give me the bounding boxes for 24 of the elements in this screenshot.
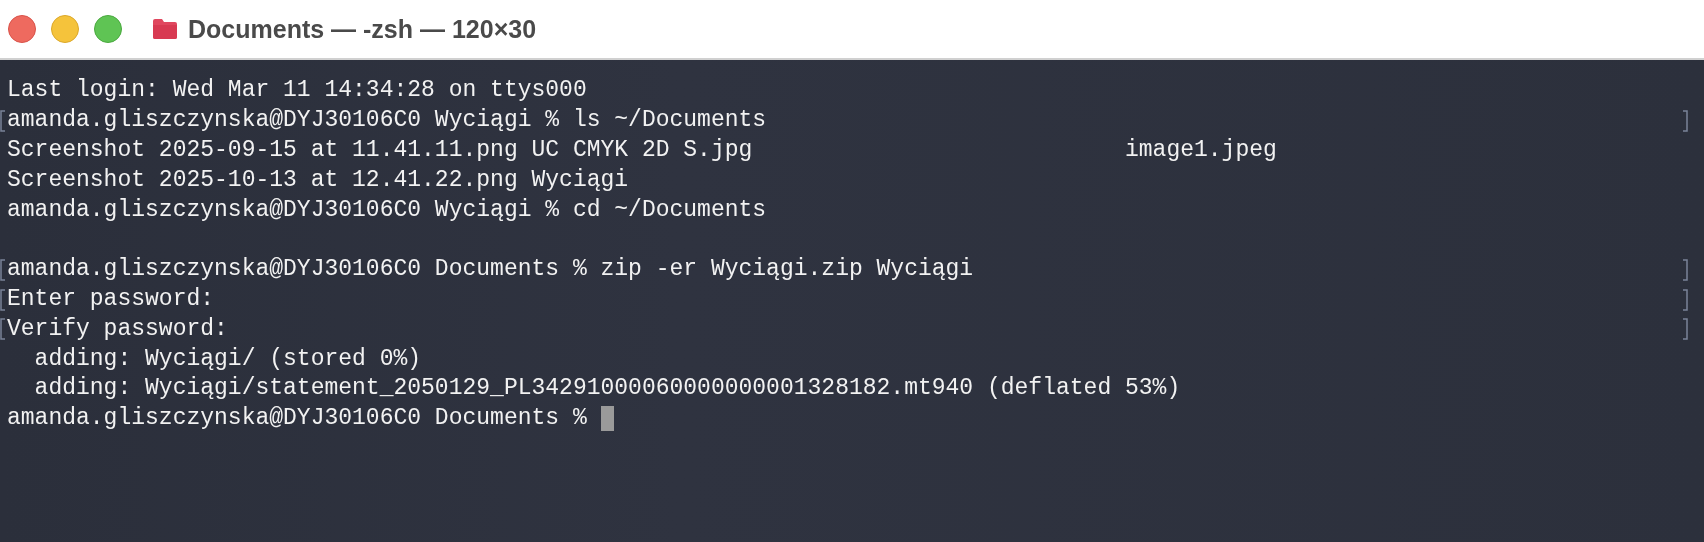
mark-bracket-icon xyxy=(1682,258,1688,281)
file-name: UC CMYK 2D S.jpg xyxy=(531,136,754,165)
mark-bracket-icon xyxy=(1682,318,1688,341)
terminal-line: adding: Wyciągi/ (stored 0%) xyxy=(33,344,422,374)
terminal-prompt: amanda.gliszczynska@DYJ30106C0 Documents % xyxy=(7,404,588,434)
terminal-line: Verify password: xyxy=(7,314,228,344)
zoom-button[interactable] xyxy=(94,15,122,43)
folder-icon xyxy=(152,18,178,40)
terminal-line: Last login: Wed Mar 11 14:34:28 on ttys000 xyxy=(7,76,587,106)
file-name: Wyciągi xyxy=(531,165,630,195)
terminal-line: Enter password: xyxy=(7,284,215,314)
terminal-line: amanda.gliszczynska@DYJ30106C0 Wyciągi % ls ~/Documents xyxy=(7,106,767,136)
file-name: Screenshot 2025-09-15 at 11.41.11.png xyxy=(7,136,519,165)
file-name: image1.jpeg xyxy=(1124,136,1277,165)
terminal-line: amanda.gliszczynska@DYJ30106C0 Documents % zip -er Wyciągi.zip Wyciągi xyxy=(7,255,974,285)
terminal-line: amanda.gliszczynska@DYJ30106C0 Wyciągi % cd ~/Documents xyxy=(7,195,767,225)
close-button[interactable] xyxy=(8,15,36,43)
window-title: Documents — -zsh — 120×30 xyxy=(188,14,537,44)
file-name: Screenshot 2025-10-13 at 12.41.22.png xyxy=(7,165,519,195)
text-cursor xyxy=(600,406,614,432)
mark-bracket-icon xyxy=(1682,288,1688,311)
minimize-button[interactable] xyxy=(51,15,79,43)
terminal-line: adding: Wyciągi/statement_2050129_PL34291000060000000001328182.mt940 (deflated 53%) xyxy=(33,374,1181,404)
mark-bracket-icon xyxy=(1682,109,1688,132)
